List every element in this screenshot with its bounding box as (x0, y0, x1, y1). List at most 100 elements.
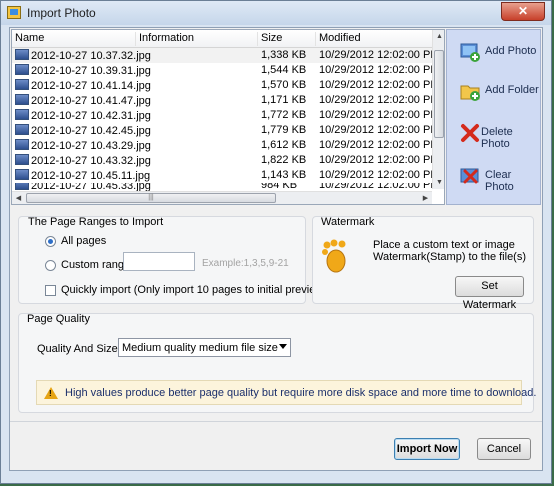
image-file-icon (15, 124, 29, 135)
file-name: 2012-10-27 10.42.45.jpg (31, 125, 151, 137)
quality-size-label: Quality And Size: (37, 343, 121, 355)
table-row[interactable]: 2012-10-27 10.42.45.jpg 1,779 KB 10/29/2… (12, 123, 439, 138)
file-modified: 10/29/2012 12:02:00 PM (319, 49, 440, 61)
file-size: 1,570 KB (261, 79, 307, 91)
file-name: 2012-10-27 10.43.32.jpg (31, 155, 151, 167)
file-size: 1,822 KB (261, 154, 307, 166)
delete-photo-icon (461, 124, 479, 142)
close-icon: ✕ (517, 4, 529, 18)
quick-import-checkbox[interactable] (45, 285, 56, 296)
title-bar: Import Photo ✕ (1, 1, 551, 25)
page-ranges-group: The Page Ranges to Import All pages Cust… (18, 216, 327, 304)
file-modified: 10/29/2012 12:02:00 PM (319, 139, 440, 151)
file-name: 2012-10-27 10.41.14.jpg (31, 80, 151, 92)
file-size: 984 KB (261, 183, 298, 191)
delete-photo-button[interactable]: Delete Photo (447, 115, 540, 151)
table-row[interactable]: 2012-10-27 10.37.32.jpg 1,338 KB 10/29/2… (12, 48, 439, 63)
column-size[interactable]: Size (257, 32, 316, 46)
table-row[interactable]: 2012-10-27 10.41.14.jpg 1,570 KB 10/29/2… (12, 78, 439, 93)
image-file-icon (15, 64, 29, 75)
watermark-description-line2: Watermark(Stamp) to the file(s) (373, 251, 527, 263)
scroll-right-icon[interactable]: ▶ (419, 192, 432, 204)
file-modified: 10/29/2012 12:02:00 PM (319, 183, 432, 191)
column-modified[interactable]: Modified (315, 32, 434, 46)
chevron-down-icon (279, 344, 287, 349)
custom-range-input[interactable] (123, 252, 195, 271)
column-name[interactable]: Name (12, 32, 135, 46)
image-file-icon (15, 49, 29, 60)
watermark-group: Watermark Place a custom text or image W… (312, 216, 534, 311)
warning-icon: ! (44, 387, 58, 399)
page-ranges-title: The Page Ranges to Import (28, 216, 164, 228)
file-modified: 10/29/2012 12:02:00 PM (319, 109, 440, 121)
file-modified: 10/29/2012 12:02:00 PM (319, 154, 440, 166)
add-photo-icon (460, 43, 480, 62)
add-photo-button[interactable]: Add Photo (447, 34, 540, 70)
scrollbar-thumb[interactable]: ||| (26, 193, 276, 203)
horizontal-scrollbar[interactable]: ◀ ||| ▶ (12, 191, 432, 204)
clear-photo-button[interactable]: Clear Photo (447, 158, 540, 194)
quick-import-label[interactable]: Quickly import (Only import 10 pages to … (61, 284, 327, 296)
warning-text: High values produce better page quality … (65, 387, 537, 399)
close-button[interactable]: ✕ (501, 2, 545, 21)
quality-warning: ! High values produce better page qualit… (36, 380, 536, 405)
image-file-icon (15, 79, 29, 90)
all-pages-label[interactable]: All pages (61, 235, 106, 247)
quality-select[interactable]: Medium quality medium file size (118, 338, 291, 357)
scroll-left-icon[interactable]: ◀ (12, 192, 25, 204)
add-folder-button[interactable]: Add Folder (447, 73, 540, 109)
file-size: 1,171 KB (261, 94, 307, 106)
image-file-icon (15, 109, 29, 120)
file-modified: 10/29/2012 12:02:00 PM (319, 124, 440, 136)
cancel-button[interactable]: Cancel (477, 438, 531, 460)
file-modified: 10/29/2012 12:02:00 PM (319, 64, 440, 76)
file-modified: 10/29/2012 12:02:00 PM (319, 169, 440, 181)
table-row[interactable]: 2012-10-27 10.41.47.jpg 1,171 KB 10/29/2… (12, 93, 439, 108)
app-icon (7, 6, 21, 19)
list-header: Name Information Size Modified (12, 30, 432, 48)
scroll-up-icon[interactable]: ▲ (433, 30, 444, 43)
custom-range-radio[interactable] (45, 260, 56, 271)
file-size: 1,544 KB (261, 64, 307, 76)
file-modified: 10/29/2012 12:02:00 PM (319, 94, 440, 106)
column-information[interactable]: Information (135, 32, 257, 46)
footprint-icon (322, 239, 346, 273)
image-file-icon (15, 169, 29, 180)
add-photo-label: Add Photo (485, 45, 537, 57)
watermark-description-line1: Place a custom text or image (373, 239, 515, 251)
all-pages-radio[interactable] (45, 236, 56, 247)
table-row[interactable]: 2012-10-27 10.45.11.jpg 1,143 KB 10/29/2… (12, 168, 439, 183)
file-name: 2012-10-27 10.39.31.jpg (31, 65, 151, 77)
page-quality-title: Page Quality (27, 313, 90, 325)
file-size: 1,612 KB (261, 139, 307, 151)
image-file-icon (15, 139, 29, 150)
file-name: 2012-10-27 10.45.11.jpg (31, 170, 151, 182)
clear-photo-icon (460, 168, 479, 184)
image-file-icon (15, 154, 29, 165)
vertical-scrollbar[interactable]: ▲ ▼ (432, 30, 444, 189)
window-title: Import Photo (27, 6, 96, 20)
scrollbar-thumb[interactable] (434, 50, 444, 138)
image-file-icon (15, 183, 29, 190)
set-watermark-button[interactable]: Set Watermark (455, 276, 524, 311)
file-size: 1,779 KB (261, 124, 307, 136)
import-now-button[interactable]: Import Now (394, 438, 460, 460)
file-name: 2012-10-27 10.43.29.jpg (31, 140, 151, 152)
scroll-down-icon[interactable]: ▼ (433, 176, 444, 189)
file-name: 2012-10-27 10.42.31.jpg (31, 110, 151, 122)
photo-list[interactable]: Name Information Size Modified 2012-10-2… (11, 29, 445, 205)
add-folder-label: Add Folder (485, 84, 539, 96)
file-size: 1,338 KB (261, 49, 307, 61)
footer-divider (10, 421, 542, 422)
file-size: 1,143 KB (261, 169, 307, 181)
file-size: 1,772 KB (261, 109, 307, 121)
add-folder-icon (460, 85, 480, 101)
table-row[interactable]: 2012-10-27 10.43.29.jpg 1,612 KB 10/29/2… (12, 138, 439, 153)
photo-actions-panel: Add Photo Add Folder Delete Photo Clear … (446, 29, 541, 205)
image-file-icon (15, 94, 29, 105)
table-row[interactable]: 2012-10-27 10.42.31.jpg 1,772 KB 10/29/2… (12, 108, 439, 123)
table-row[interactable]: 2012-10-27 10.39.31.jpg 1,544 KB 10/29/2… (12, 63, 439, 78)
quality-select-value: Medium quality medium file size (122, 342, 278, 354)
file-name: 2012-10-27 10.37.32.jpg (31, 50, 151, 62)
table-row[interactable]: 2012-10-27 10.43.32.jpg 1,822 KB 10/29/2… (12, 153, 439, 168)
